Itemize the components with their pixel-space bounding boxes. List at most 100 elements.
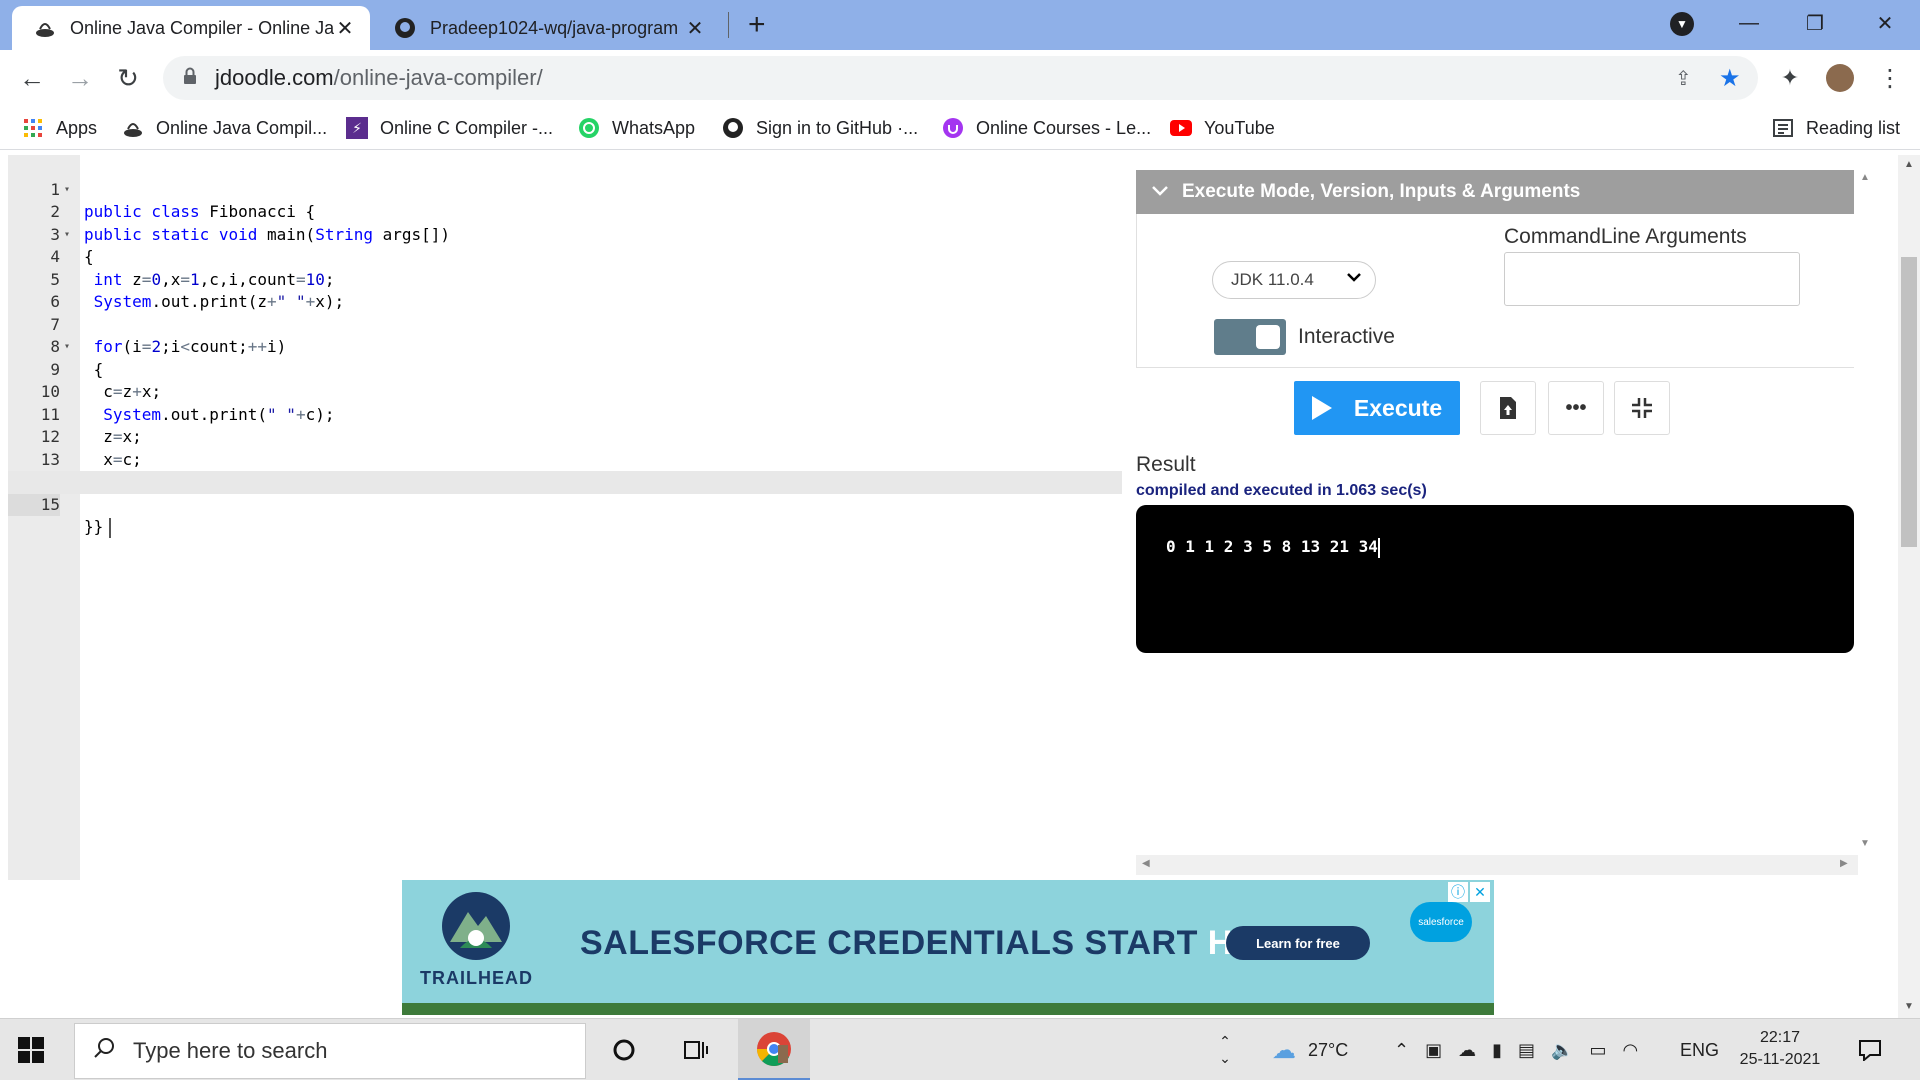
github-icon: [722, 117, 744, 139]
execute-button[interactable]: Execute: [1294, 381, 1460, 435]
file-upload-icon: [1500, 397, 1516, 419]
taskbar-search[interactable]: Type here to search: [74, 1023, 586, 1079]
bookmark-youtube[interactable]: YouTube: [1170, 114, 1275, 142]
youtube-icon: [1170, 117, 1192, 139]
new-tab-button[interactable]: +: [748, 8, 766, 42]
tab-search-icon[interactable]: ▼: [1670, 12, 1694, 36]
notifications-icon[interactable]: [1850, 1019, 1890, 1080]
weather-widget[interactable]: ☁ 27°C: [1272, 1019, 1348, 1080]
windows-start-icon[interactable]: [18, 1037, 44, 1068]
code-line: 8 ▾ {: [50, 337, 104, 379]
cla-label: CommandLine Arguments: [1504, 225, 1747, 248]
avatar[interactable]: [1826, 64, 1854, 92]
bookmark-label: Sign in to GitHub ·...: [756, 117, 919, 138]
share-icon[interactable]: ⇪: [1675, 66, 1692, 91]
bookmark-jdoodle[interactable]: Online Java Compil...: [122, 114, 327, 142]
bookmark-label: Online Courses - Le...: [976, 117, 1152, 138]
tab-jdoodle[interactable]: Online Java Compiler - Online Ja ✕: [12, 6, 370, 50]
scrollbar-thumb[interactable]: [1901, 257, 1917, 547]
bookmark-udemy[interactable]: Online Courses - Le...: [942, 114, 1151, 142]
code-line: 2 public static void main(String args[]): [50, 202, 451, 244]
panel-scrollbar[interactable]: ▲ ▼: [1854, 170, 1876, 860]
console-output: 0 1 1 2 3 5 8 13 21 34: [1166, 537, 1378, 556]
restore-icon[interactable]: ❐: [1782, 0, 1848, 46]
ad-banner[interactable]: TRAILHEAD SALESFORCE CREDENTIALS START H…: [402, 880, 1494, 1015]
taskbar-scroll-icon[interactable]: ⌃ ⌄: [1210, 1019, 1240, 1080]
console-cursor: [1377, 537, 1380, 558]
windows-taskbar: Type here to search ⌃ ⌄ ☁ 27°C ⌃ ▣ ☁ ▮ ▤ …: [0, 1018, 1920, 1080]
microphone-icon[interactable]: ▮: [1492, 1040, 1502, 1061]
minimize-icon[interactable]: —: [1716, 0, 1782, 46]
panel-horizontal-scrollbar[interactable]: ◀ ▶: [1136, 855, 1858, 875]
menu-kebab-icon[interactable]: ⋮: [1872, 60, 1908, 96]
address-bar[interactable]: jdoodle.com/online-java-compiler/ ⇪ ★: [163, 56, 1758, 100]
lightning-icon: ⚡: [346, 117, 368, 139]
salesforce-logo-icon: salesforce: [1410, 902, 1472, 942]
battery-icon[interactable]: ▭: [1589, 1040, 1606, 1061]
tab-github[interactable]: Pradeep1024-wq/java-program ✕: [372, 6, 720, 50]
tab-title: Online Java Compiler - Online Ja: [70, 17, 334, 38]
scroll-left-icon[interactable]: ◀: [1142, 858, 1150, 869]
ad-learn-button[interactable]: Learn for free: [1226, 926, 1370, 960]
more-options-button[interactable]: •••: [1548, 381, 1604, 435]
scroll-down-icon[interactable]: ▼: [1860, 838, 1870, 849]
chevron-down-icon: [1152, 183, 1168, 201]
collapse-button[interactable]: [1614, 381, 1670, 435]
accordion-header[interactable]: Execute Mode, Version, Inputs & Argument…: [1136, 170, 1858, 214]
bookmark-label: WhatsApp: [612, 117, 696, 138]
close-window-icon[interactable]: ✕: [1852, 0, 1918, 46]
url-text: jdoodle.com/online-java-compiler/: [215, 65, 543, 91]
system-tray: ⌃ ▣ ☁ ▮ ▤ 🔈 ▭ ◠: [1394, 1019, 1638, 1080]
display-icon[interactable]: ▤: [1518, 1040, 1535, 1061]
search-placeholder: Type here to search: [133, 1038, 328, 1063]
reading-list-label: Reading list: [1806, 117, 1901, 138]
cortana-icon[interactable]: [604, 1019, 644, 1080]
forward-icon[interactable]: →: [62, 60, 98, 96]
page-scrollbar[interactable]: ▲ ▼: [1898, 155, 1920, 1018]
task-view-icon[interactable]: [676, 1019, 716, 1080]
bookmark-star-icon[interactable]: ★: [1719, 64, 1741, 93]
chrome-taskbar-icon[interactable]: [738, 1019, 810, 1080]
back-icon[interactable]: ←: [14, 60, 50, 96]
code-line: 3 ▾ {: [50, 224, 94, 267]
upload-file-button[interactable]: [1480, 381, 1536, 435]
meet-icon[interactable]: ▣: [1425, 1040, 1442, 1061]
clock-time: 22:17: [1759, 1029, 1801, 1046]
close-tab-icon[interactable]: ✕: [334, 16, 356, 41]
bookmark-label: Online Java Compil...: [156, 117, 328, 138]
ad-controls: ⓘ ✕: [1448, 882, 1490, 902]
ad-close-icon[interactable]: ✕: [1470, 882, 1490, 902]
url-domain: jdoodle.com: [215, 65, 334, 90]
onedrive-icon[interactable]: ☁: [1458, 1040, 1476, 1061]
scroll-up-icon[interactable]: ▲: [1860, 172, 1870, 183]
bookmark-apps[interactable]: Apps: [22, 114, 97, 142]
volume-icon[interactable]: 🔈: [1551, 1040, 1573, 1061]
bookmark-whatsapp[interactable]: WhatsApp: [578, 114, 695, 142]
whatsapp-icon: [578, 117, 600, 139]
language-indicator[interactable]: ENG: [1680, 1019, 1719, 1080]
bookmark-c-compiler[interactable]: ⚡ Online C Compiler -...: [346, 114, 553, 142]
jdoodle-icon: [122, 117, 144, 139]
close-tab-icon[interactable]: ✕: [684, 16, 706, 41]
scroll-down-icon[interactable]: ▼: [1904, 1001, 1914, 1012]
scroll-right-icon[interactable]: ▶: [1840, 858, 1848, 869]
scroll-up-icon[interactable]: ▲: [1904, 159, 1914, 170]
wifi-icon[interactable]: ◠: [1622, 1040, 1638, 1061]
jdoodle-icon: [34, 17, 56, 39]
ad-info-icon[interactable]: ⓘ: [1448, 882, 1468, 902]
reading-list-icon: [1772, 117, 1794, 139]
taskbar-clock[interactable]: 22:17 25-11-2021: [1730, 1027, 1830, 1071]
chevron-up-icon[interactable]: ⌃: [1394, 1040, 1409, 1061]
output-console[interactable]: 0 1 1 2 3 5 8 13 21 34: [1136, 505, 1854, 653]
code-line: 10 System.out.print(" "+c);: [40, 382, 335, 424]
reading-list-button[interactable]: Reading list: [1772, 114, 1900, 142]
command-line-arguments-input[interactable]: [1504, 252, 1800, 306]
jdk-version-select[interactable]: JDK 11.0.4: [1212, 261, 1376, 299]
reload-icon[interactable]: ↻: [110, 60, 146, 96]
interactive-toggle[interactable]: [1214, 319, 1286, 355]
bookmark-github[interactable]: Sign in to GitHub ·...: [722, 114, 918, 142]
extensions-icon[interactable]: ✦: [1772, 60, 1808, 96]
temperature: 27°C: [1308, 1039, 1349, 1060]
code-editor[interactable]: 1 ▾ public class Fibonacci { 2 public sta…: [8, 155, 1122, 880]
trailhead-logo-icon: [442, 892, 510, 960]
